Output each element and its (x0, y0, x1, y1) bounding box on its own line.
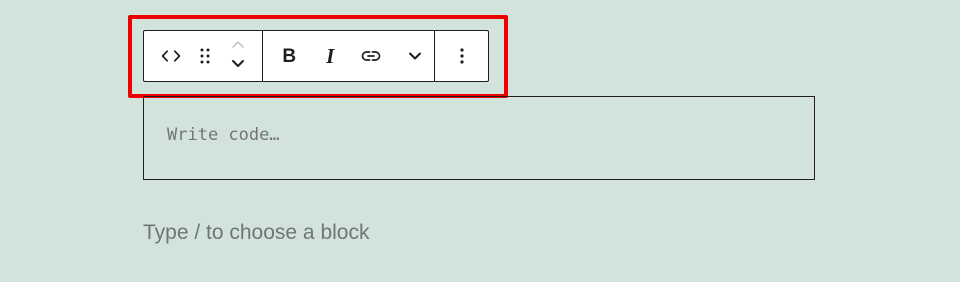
block-toolbar: B I (143, 30, 489, 82)
link-button[interactable] (345, 31, 397, 81)
move-up-button[interactable] (223, 36, 253, 56)
options-group (434, 31, 488, 81)
code-input-placeholder[interactable]: Write code… (167, 127, 280, 144)
drag-handle-icon (198, 46, 212, 66)
more-rich-text-button[interactable] (397, 31, 433, 81)
italic-label: I (326, 43, 335, 68)
move-down-button[interactable] (223, 56, 253, 76)
italic-button[interactable]: I (315, 31, 345, 81)
bold-label: B (282, 45, 297, 67)
chevron-down-icon (407, 50, 423, 62)
more-vertical-icon (459, 46, 465, 66)
drag-handle-button[interactable] (196, 31, 214, 81)
block-type-button[interactable] (144, 31, 196, 81)
code-icon (159, 44, 183, 68)
block-controls-group (144, 31, 262, 81)
link-icon (359, 44, 383, 68)
code-block[interactable]: Write code… (143, 96, 815, 180)
chevron-down-icon (230, 57, 246, 75)
options-button[interactable] (435, 31, 488, 81)
format-controls-group: B I (262, 31, 434, 81)
paragraph-placeholder[interactable]: Type / to choose a block (143, 220, 369, 245)
bold-button[interactable]: B (263, 31, 315, 81)
block-movers (214, 31, 262, 81)
chevron-up-icon (230, 37, 246, 55)
